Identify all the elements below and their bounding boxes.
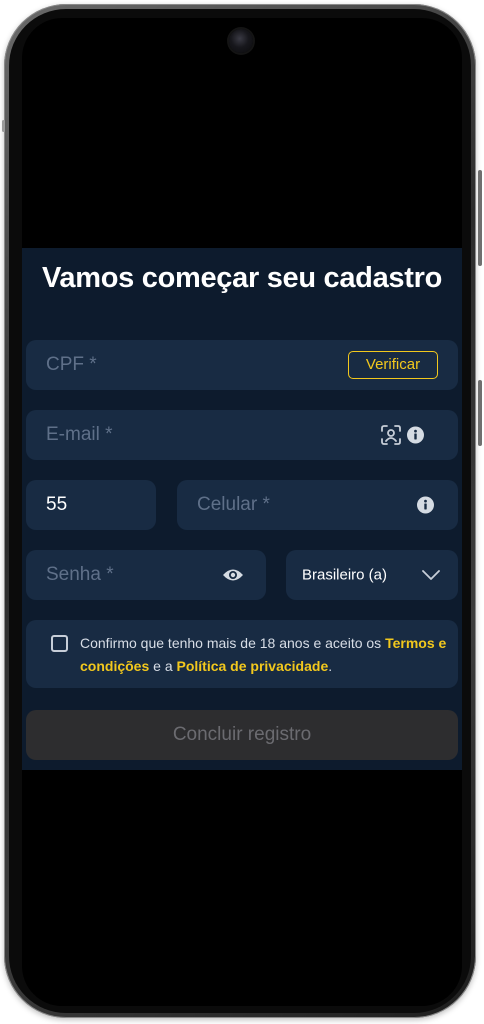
registration-form: Vamos começar seu cadastro CPF * Verific…	[22, 248, 462, 770]
face-scan-icon[interactable]	[380, 424, 402, 446]
verify-cpf-button[interactable]: Verificar	[348, 351, 438, 379]
cpf-field[interactable]: CPF * Verificar	[26, 340, 458, 390]
consent-text-start: Confirmo que tenho mais de 18 anos e ace…	[80, 635, 386, 651]
side-button-bottom	[478, 380, 482, 446]
front-camera	[229, 29, 253, 53]
email-field[interactable]: E-mail *	[26, 410, 458, 460]
country-code-field[interactable]: 55	[26, 480, 156, 530]
email-placeholder: E-mail *	[46, 424, 113, 445]
privacy-link[interactable]: Política de privacidade	[177, 658, 329, 674]
password-field[interactable]: Senha *	[26, 550, 266, 600]
phone-info-icon[interactable]	[417, 496, 434, 514]
email-info-icon[interactable]	[407, 426, 424, 444]
phone-screen: Vamos começar seu cadastro CPF * Verific…	[22, 18, 462, 1006]
cpf-placeholder: CPF *	[46, 354, 97, 375]
side-button-top	[478, 170, 482, 266]
consent-box: Confirmo que tenho mais de 18 anos e ace…	[26, 620, 458, 688]
complete-registration-button[interactable]: Concluir registro	[26, 710, 458, 760]
nationality-select[interactable]: Brasileiro (a)	[286, 550, 458, 600]
phone-field[interactable]: Celular *	[177, 480, 458, 530]
eye-icon[interactable]	[222, 567, 244, 583]
password-placeholder: Senha *	[46, 564, 114, 585]
consent-text-end: .	[328, 658, 333, 674]
phone-placeholder: Celular *	[197, 494, 270, 515]
page-title: Vamos começar seu cadastro	[41, 262, 443, 294]
consent-text-middle: e a	[149, 658, 177, 674]
chevron-down-icon	[422, 570, 440, 580]
country-code-value: 55	[46, 494, 68, 515]
left-edge-mark	[2, 120, 5, 132]
nationality-selected: Brasileiro (a)	[302, 566, 388, 584]
consent-text: Confirmo que tenho mais de 18 anos e ace…	[80, 632, 450, 678]
age-terms-checkbox[interactable]	[51, 635, 68, 652]
